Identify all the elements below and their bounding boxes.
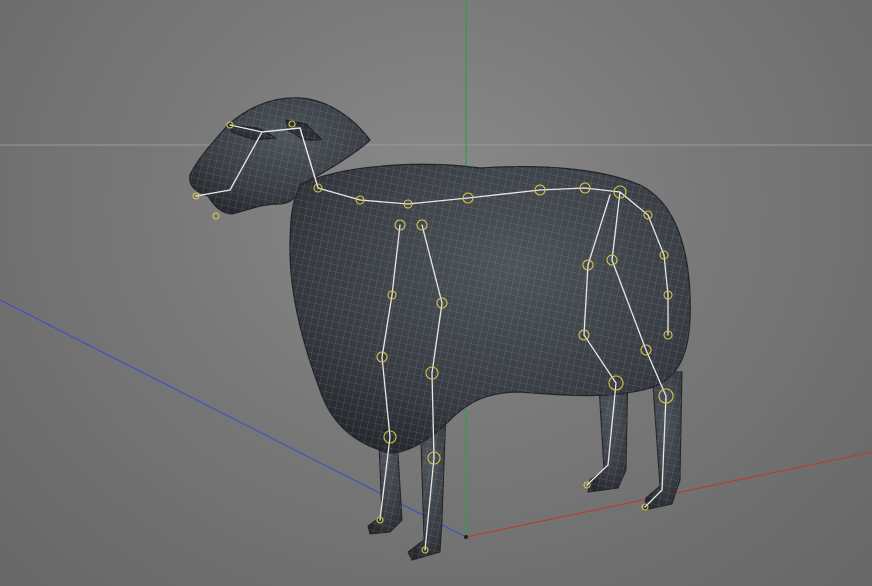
- mesh-wireframe: [189, 97, 691, 561]
- sheep-mesh[interactable]: [189, 97, 691, 561]
- joint[interactable]: [212, 212, 220, 220]
- world-origin: [464, 535, 468, 539]
- viewport-scene[interactable]: [0, 0, 872, 586]
- 3d-viewport[interactable]: [0, 0, 872, 586]
